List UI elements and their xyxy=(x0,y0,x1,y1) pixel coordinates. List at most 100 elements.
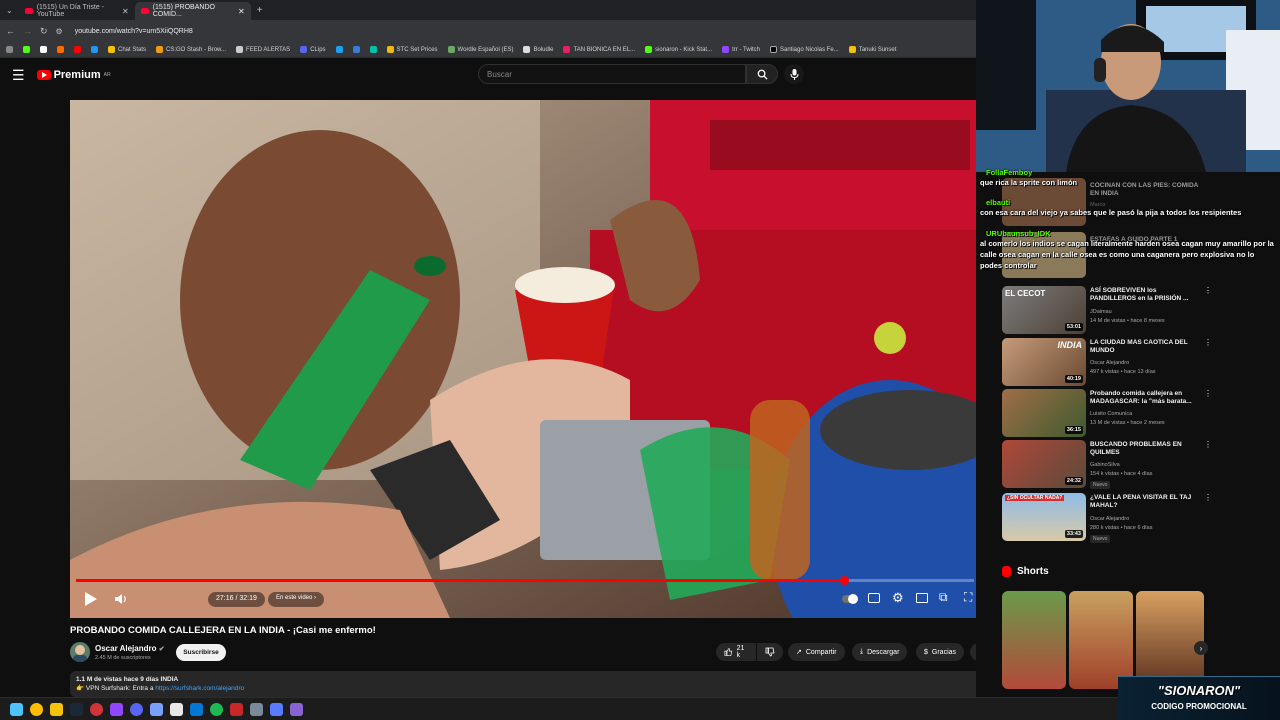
more-vertical-icon[interactable]: ⋮ xyxy=(1204,440,1212,449)
url-field[interactable]: youtube.com/watch?v=um5XiiQQRH8 xyxy=(75,28,193,35)
description-meta: 1.1 M de vistas hace 9 días INDIA xyxy=(76,676,179,683)
voice-search-button[interactable] xyxy=(784,64,804,84)
volume-button[interactable] xyxy=(114,592,128,611)
video-progress-bar[interactable] xyxy=(76,576,974,585)
tab-search-icon[interactable]: ⌄ xyxy=(6,6,13,15)
app-icon[interactable] xyxy=(150,702,163,716)
description-link[interactable]: https://surfshark.com/alejandro xyxy=(155,685,244,692)
app-icon[interactable] xyxy=(290,702,303,716)
stream-chat-overlay: FollaFemboy que rica la sprite con limón… xyxy=(976,168,1280,280)
more-vertical-icon[interactable]: ⋮ xyxy=(1204,389,1212,398)
bookmark-icon[interactable] xyxy=(352,46,360,53)
close-tab-icon[interactable]: ✕ xyxy=(122,7,129,16)
channel-name[interactable]: Oscar Alejandro ✔ xyxy=(95,644,165,653)
channel-avatar[interactable] xyxy=(70,642,90,662)
recommendation-item[interactable]: ¿SIN OCULTAR NADA? 33:43 ¿VALE LA PENA V… xyxy=(1002,493,1212,543)
bookmark-item[interactable]: Boludle xyxy=(523,46,553,53)
recommendation-item[interactable]: 36:15 Probando comida callejera en MADAG… xyxy=(1002,389,1212,437)
bookmark-icon[interactable] xyxy=(74,46,81,53)
bookmark-icon[interactable] xyxy=(335,46,343,53)
menu-icon[interactable]: ☰ xyxy=(12,67,25,84)
more-vertical-icon[interactable]: ⋮ xyxy=(1204,338,1212,347)
app-icon[interactable] xyxy=(230,702,243,716)
app-icon[interactable] xyxy=(250,702,263,716)
shorts-next-button[interactable]: › xyxy=(1194,641,1208,655)
play-button[interactable] xyxy=(82,591,98,612)
app-icon[interactable] xyxy=(190,702,203,716)
streamer-webcam-overlay xyxy=(976,0,1280,172)
chapter-button[interactable]: En este video › xyxy=(268,592,325,607)
settings-button[interactable]: ⚙ xyxy=(892,590,904,606)
subscribe-button[interactable]: Suscribirse xyxy=(176,644,226,661)
new-tab-icon[interactable]: + xyxy=(257,5,263,16)
subtitles-button[interactable] xyxy=(868,593,880,603)
description-box[interactable]: 1.1 M de vistas hace 9 días INDIA 👉 VPN … xyxy=(70,671,988,697)
chat-username: URUbaunsub_IDK xyxy=(986,229,1051,238)
bookmark-item[interactable]: Chat Stats xyxy=(108,46,146,53)
browser-tab-active[interactable]: (1515) PROBANDO COMID... ✕ xyxy=(134,2,251,20)
bookmark-item[interactable]: sionaron - Kick Stat... xyxy=(645,46,712,53)
chrome-icon[interactable] xyxy=(30,702,43,716)
short-item[interactable] xyxy=(1002,591,1066,689)
dislike-button[interactable] xyxy=(757,643,783,661)
download-button[interactable]: ⤓ Descargar xyxy=(852,643,908,661)
app-icon[interactable] xyxy=(170,702,183,716)
app-icon[interactable] xyxy=(90,702,103,716)
bookmark-item[interactable]: Santiago Nicolas Fe... xyxy=(769,46,839,53)
chat-message: elbauti con esa cara del viejo ya sabes … xyxy=(980,198,1276,218)
thumbs-up-icon xyxy=(724,648,733,656)
search-button[interactable] xyxy=(746,64,778,84)
start-icon[interactable] xyxy=(10,702,23,716)
bookmark-item[interactable]: Wordle Español (ES) xyxy=(447,46,513,53)
bookmark-item[interactable]: CS:GO Stash - Brow... xyxy=(156,46,226,53)
thanks-button[interactable]: $ Gracias xyxy=(916,643,965,661)
bookmark-item[interactable]: CLips xyxy=(300,46,326,53)
app-icon[interactable] xyxy=(270,702,283,716)
site-info-icon[interactable]: ⚙ xyxy=(56,27,63,36)
autoplay-toggle[interactable] xyxy=(842,594,858,604)
search-input[interactable]: Buscar xyxy=(478,64,746,84)
progress-scrubber-handle[interactable] xyxy=(839,576,849,585)
more-vertical-icon[interactable]: ⋮ xyxy=(1204,493,1212,502)
discord-icon[interactable] xyxy=(130,702,143,716)
more-vertical-icon[interactable]: ⋮ xyxy=(1204,286,1212,295)
short-item[interactable] xyxy=(1136,591,1204,689)
share-button[interactable]: ↗ Compartir xyxy=(788,643,845,661)
reload-icon[interactable]: ↻ xyxy=(40,26,48,37)
browser-tab[interactable]: (1515) Un Día Triste - YouTube ✕ xyxy=(19,2,135,20)
cast-icon: ⧉ xyxy=(939,590,948,604)
file-explorer-icon[interactable] xyxy=(50,702,63,716)
bookmark-item[interactable]: trr - Twitch xyxy=(722,46,760,53)
spotify-icon[interactable] xyxy=(210,702,223,716)
like-button[interactable]: 21 k xyxy=(716,643,756,661)
bookmark-item[interactable]: STC Set Prices xyxy=(386,46,438,53)
bookmark-icon[interactable] xyxy=(40,46,47,53)
close-tab-icon[interactable]: ✕ xyxy=(238,7,245,16)
subscriber-count: 2.45 M de suscriptores xyxy=(95,655,151,661)
back-icon[interactable]: ← xyxy=(6,26,15,36)
bookmark-item[interactable]: TAN BIONICA EN EL... xyxy=(563,46,635,53)
bookmark-icon[interactable] xyxy=(23,46,30,53)
recommendation-item[interactable]: EL CECOT 53:01 ASÍ SOBREVIVEN los PANDIL… xyxy=(1002,286,1212,334)
recommendation-item[interactable]: INDIA 40:19 LA CIUDAD MAS CAOTICA DEL MU… xyxy=(1002,338,1212,386)
cast-button[interactable]: ⧉ xyxy=(939,590,948,605)
forward-icon[interactable]: → xyxy=(23,26,32,36)
video-title: PROBANDO COMIDA CALLEJERA EN LA INDIA - … xyxy=(70,625,376,636)
bookmark-item[interactable]: Tanuki Sunset xyxy=(848,46,896,53)
bookmark-item[interactable]: FEED ALERTAS xyxy=(236,46,290,53)
miniplayer-button[interactable] xyxy=(916,593,928,603)
bookmark-icon[interactable] xyxy=(369,46,377,53)
bookmark-icon[interactable] xyxy=(57,46,64,53)
chevron-right-icon: › xyxy=(1199,643,1203,653)
recommendation-item[interactable]: 24:32 BUSCANDO PROBLEMAS EN QUILMES Gabi… xyxy=(1002,440,1212,489)
bookmark-icon[interactable] xyxy=(91,46,98,53)
video-player[interactable] xyxy=(70,100,976,618)
youtube-logo[interactable]: Premium AR xyxy=(36,69,111,81)
short-item[interactable] xyxy=(1069,591,1133,689)
chat-username: elbauti xyxy=(986,198,1011,207)
fullscreen-button[interactable]: ⛶ xyxy=(964,590,972,605)
app-icon[interactable] xyxy=(110,702,123,716)
apps-icon[interactable] xyxy=(6,46,13,53)
chat-text: que rica la sprite con limón xyxy=(980,178,1078,187)
steam-icon[interactable] xyxy=(70,702,83,716)
